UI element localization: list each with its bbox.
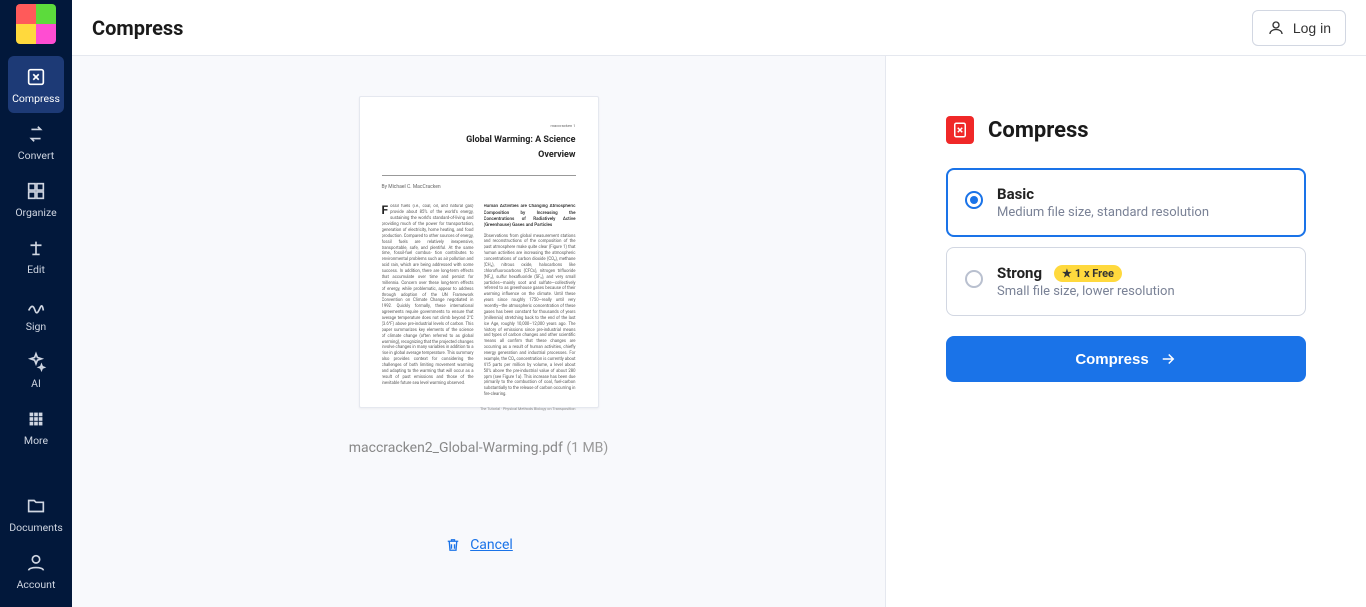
sidebar-item-label: Edit <box>27 263 45 276</box>
app-logo[interactable] <box>16 4 56 44</box>
compress-action-button[interactable]: Compress <box>946 336 1306 382</box>
option-basic[interactable]: Basic Medium file size, standard resolut… <box>946 168 1306 237</box>
content: maccracken 1 Global Warming: A Science O… <box>72 56 1366 607</box>
doc-subtitle: Overview <box>382 149 576 161</box>
sidebar-item-label: Sign <box>26 320 46 333</box>
login-button[interactable]: Log in <box>1252 10 1346 46</box>
main: Compress Log in maccracken 1 Global Warm… <box>72 0 1366 607</box>
sidebar-item-label: Documents <box>9 521 63 534</box>
page-title: Compress <box>92 16 183 40</box>
sidebar-nav: Compress Convert Organize Edit Sign AI <box>0 56 72 455</box>
sidebar: Compress Convert Organize Edit Sign AI <box>0 0 72 607</box>
sidebar-item-convert[interactable]: Convert <box>0 113 72 170</box>
doc-separator <box>382 175 576 176</box>
option-desc: Medium file size, standard resolution <box>997 205 1287 220</box>
preview-pane: maccracken 1 Global Warming: A Science O… <box>72 56 886 607</box>
sidebar-item-label: Organize <box>15 206 56 219</box>
sidebar-item-edit[interactable]: Edit <box>0 227 72 284</box>
file-name: maccracken2_Global-Warming.pdf <box>349 440 563 456</box>
sidebar-item-ai[interactable]: AI <box>0 341 72 398</box>
option-label: Basic <box>997 185 1034 203</box>
doc-title: Global Warming: A Science <box>382 134 576 146</box>
options-header: Compress <box>946 116 1306 144</box>
sign-icon <box>25 294 47 316</box>
cancel-button[interactable]: Cancel <box>444 536 513 554</box>
sidebar-item-account[interactable]: Account <box>0 542 72 599</box>
sidebar-item-sign[interactable]: Sign <box>0 284 72 341</box>
option-desc: Small file size, lower resolution <box>997 284 1287 299</box>
sidebar-item-organize[interactable]: Organize <box>0 170 72 227</box>
action-label: Compress <box>1075 351 1148 368</box>
sidebar-item-label: Convert <box>18 149 54 162</box>
doc-col-right: Human Activities are Changing Atmospheri… <box>484 204 576 398</box>
organize-icon <box>25 180 47 202</box>
doc-footer: The Tutorial · Physical Methods Biology … <box>382 406 576 411</box>
sidebar-nav-bottom: Documents Account <box>0 485 72 599</box>
radio-strong[interactable] <box>965 270 983 288</box>
more-icon <box>25 408 47 430</box>
options-title: Compress <box>988 118 1089 143</box>
header: Compress Log in <box>72 0 1366 56</box>
sidebar-item-label: AI <box>31 377 41 390</box>
sidebar-item-label: Account <box>17 578 56 591</box>
ai-icon <box>25 351 47 373</box>
sidebar-item-documents[interactable]: Documents <box>0 485 72 542</box>
option-list: Basic Medium file size, standard resolut… <box>946 168 1306 316</box>
cancel-label: Cancel <box>470 537 513 553</box>
compress-icon <box>25 66 47 88</box>
doc-columns: Fossil fuels (i.e., coal, oil, and natur… <box>382 204 576 398</box>
sidebar-item-compress[interactable]: Compress <box>8 56 64 113</box>
documents-icon <box>25 495 47 517</box>
login-label: Log in <box>1293 20 1331 36</box>
convert-icon <box>25 123 47 145</box>
user-icon <box>1267 19 1285 37</box>
file-size: (1 MB) <box>566 440 608 456</box>
arrow-right-icon <box>1159 350 1177 368</box>
sidebar-item-label: Compress <box>12 92 60 105</box>
doc-running-head: maccracken 1 <box>382 123 576 128</box>
doc-author: By Michael C. MacCracken <box>382 184 576 191</box>
doc-col-left: Fossil fuels (i.e., coal, oil, and natur… <box>382 204 474 398</box>
radio-basic[interactable] <box>965 191 983 209</box>
options-pane: Compress Basic Medium file size, standar… <box>886 56 1366 607</box>
account-icon <box>25 552 47 574</box>
sidebar-item-label: More <box>24 434 48 447</box>
edit-icon <box>25 237 47 259</box>
option-strong[interactable]: Strong ★ 1 x Free Small file size, lower… <box>946 247 1306 316</box>
trash-icon <box>444 536 462 554</box>
compress-tool-icon <box>946 116 974 144</box>
free-badge: ★ 1 x Free <box>1054 265 1122 282</box>
option-label: Strong <box>997 264 1042 282</box>
document-preview: maccracken 1 Global Warming: A Science O… <box>359 96 599 408</box>
sidebar-item-more[interactable]: More <box>0 398 72 455</box>
file-meta: maccracken2_Global-Warming.pdf (1 MB) <box>349 440 609 456</box>
